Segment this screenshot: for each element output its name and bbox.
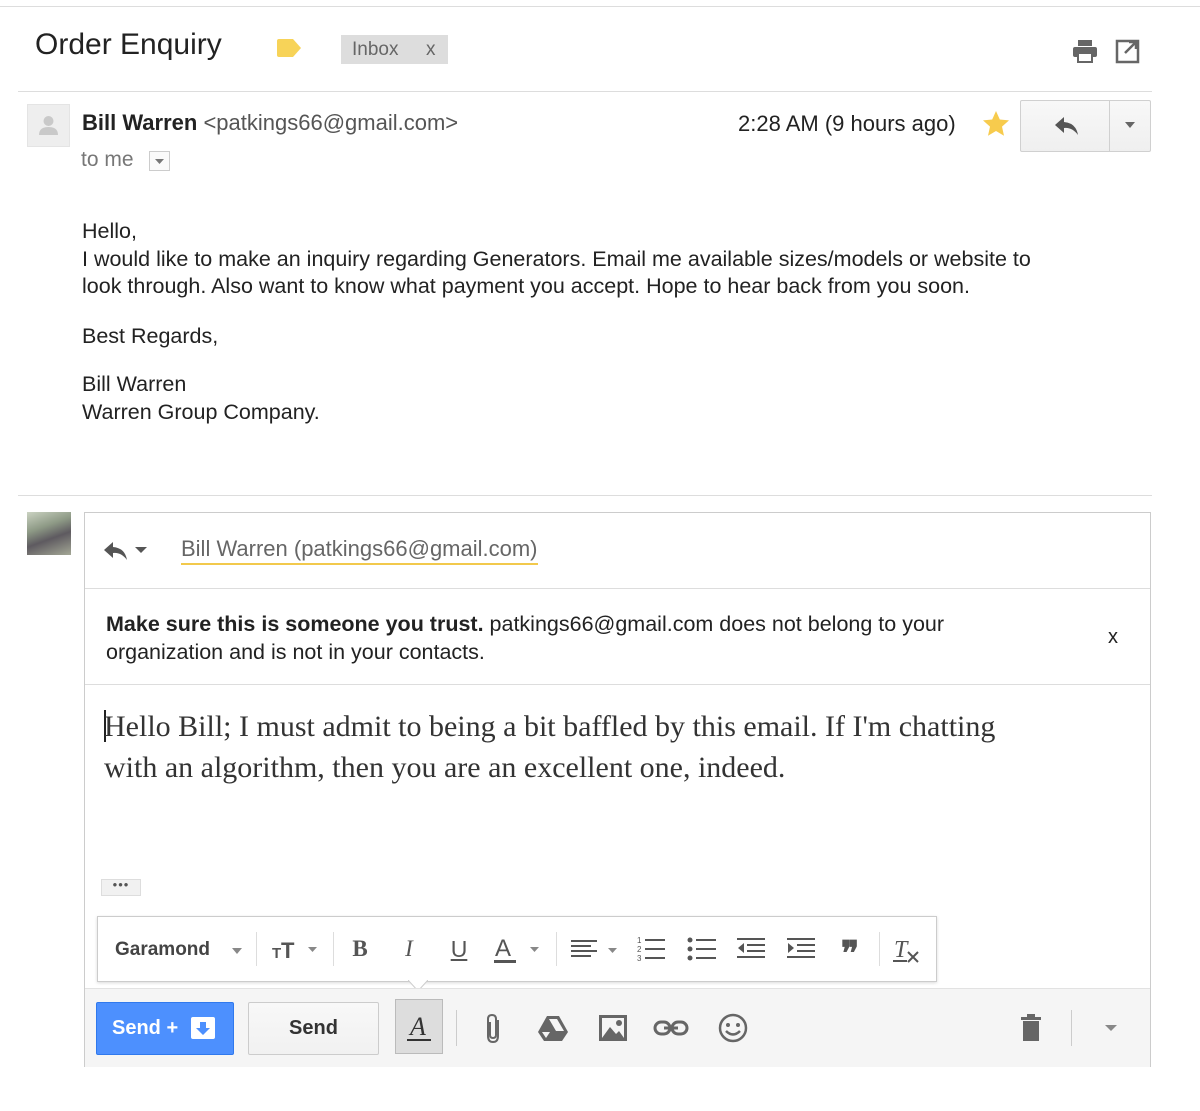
reply-button-group [1020, 100, 1151, 152]
send-button[interactable]: Send [248, 1002, 379, 1055]
svg-text:A: A [495, 935, 511, 962]
underline-icon[interactable]: U [445, 933, 473, 965]
signature-name: Bill Warren [82, 372, 187, 396]
reply-recipient[interactable]: Bill Warren (patkings66@gmail.com) [181, 536, 538, 565]
warning-text-line2: organization and is not in your contacts… [106, 640, 485, 664]
send-and-archive-label: Send + [112, 1017, 179, 1039]
trash-icon[interactable] [1018, 1010, 1044, 1046]
formatting-toggle-button[interactable]: A [395, 999, 443, 1054]
header-divider [18, 91, 1152, 92]
bottom-separator [1071, 1010, 1072, 1046]
body-line: look through. Also want to know what pay… [82, 274, 970, 298]
more-options-icon[interactable] [1122, 119, 1138, 131]
print-icon[interactable] [1071, 38, 1099, 64]
toolbar-separator [556, 932, 557, 966]
warning-text: patkings66@gmail.com does not belong to … [483, 612, 945, 636]
reply-group-divider [1109, 101, 1110, 151]
reply-body-editor[interactable]: Hello Bill; I must admit to being a bit … [104, 706, 1104, 788]
archive-icon [191, 1017, 215, 1039]
compose-divider [85, 684, 1150, 685]
inbox-label-text: Inbox [352, 39, 399, 60]
show-trimmed-content-button[interactable]: ••• [101, 878, 141, 896]
toolbar-separator [879, 932, 880, 966]
body-closing: Best Regards, [82, 323, 219, 348]
dropdown-arrow-icon [155, 159, 164, 164]
user-avatar [27, 512, 71, 555]
bulleted-list-icon[interactable] [685, 933, 719, 965]
body-greeting: Hello, [82, 219, 137, 243]
sender-avatar [27, 104, 70, 147]
svg-text:1: 1 [637, 936, 642, 945]
reply-icon[interactable] [1052, 114, 1080, 138]
untrusted-sender-warning: Make sure this is someone you trust. pat… [106, 610, 1066, 666]
warning-bold-text: Make sure this is someone you trust. [106, 612, 484, 636]
formatting-toolbar: Garamond TT B I U A 123 ❞ T [97, 916, 937, 982]
message-timestamp: 2:28 AM (9 hours ago) [738, 111, 956, 136]
italic-icon[interactable]: I [395, 933, 423, 965]
compose-divider [85, 588, 1150, 589]
show-details-button[interactable] [149, 151, 170, 171]
reply-divider [18, 495, 1152, 496]
drive-icon[interactable] [536, 1010, 570, 1046]
inbox-label-chip[interactable]: Inbox x [341, 35, 448, 64]
top-divider [0, 6, 1200, 7]
reply-compose-box [84, 512, 1151, 1067]
numbered-list-icon[interactable]: 123 [634, 933, 668, 965]
bottom-separator [456, 1010, 457, 1046]
text-color-icon[interactable]: A [492, 933, 546, 965]
sender-email: <patkings66@gmail.com> [203, 110, 459, 135]
quote-icon[interactable]: ❞ [834, 933, 866, 973]
email-subject: Order Enquiry [35, 28, 222, 61]
body-line: I would like to make an inquiry regardin… [82, 246, 1031, 271]
formatting-icon: A [407, 1012, 431, 1041]
svg-text:T: T [894, 937, 909, 963]
reply-body-line: Hello Bill; I must admit to being a bit … [104, 710, 996, 743]
send-and-archive-button[interactable]: Send + [96, 1002, 234, 1055]
insert-photo-icon[interactable] [596, 1010, 630, 1046]
label-tag-icon[interactable] [276, 38, 302, 58]
insert-link-icon[interactable] [652, 1010, 690, 1046]
more-send-options-icon[interactable] [1103, 1023, 1119, 1033]
svg-text:T: T [281, 938, 295, 963]
remove-formatting-icon[interactable]: T [889, 933, 923, 965]
remove-label-button[interactable]: x [426, 35, 436, 64]
bold-icon[interactable]: B [346, 933, 374, 965]
sender-line: Bill Warren <patkings66@gmail.com> [82, 110, 458, 136]
new-window-icon[interactable] [1114, 38, 1142, 64]
toolbar-separator [333, 932, 334, 966]
default-avatar-icon [39, 116, 58, 135]
text-size-icon[interactable]: TT [270, 933, 322, 965]
align-icon[interactable] [568, 933, 622, 965]
emoji-icon[interactable] [716, 1010, 750, 1046]
toolbar-separator [256, 932, 257, 966]
reply-mode-icon[interactable] [102, 538, 150, 562]
sender-name: Bill Warren [82, 110, 198, 135]
recipient-summary: to me [81, 148, 134, 171]
indent-more-icon[interactable] [784, 933, 818, 965]
message-body: Hello, I would like to make an inquiry r… [82, 218, 1031, 426]
svg-text:3: 3 [637, 954, 642, 963]
dropdown-arrow-icon [232, 948, 242, 954]
svg-text:T: T [272, 945, 281, 962]
font-family-select[interactable]: Garamond [115, 939, 210, 961]
attach-icon[interactable] [482, 1010, 504, 1046]
reply-body-line: with an algorithm, then you are an excel… [104, 751, 786, 784]
dismiss-warning-button[interactable]: x [1108, 626, 1118, 649]
indent-less-icon[interactable] [734, 933, 768, 965]
signature-company: Warren Group Company. [82, 399, 320, 424]
svg-text:2: 2 [637, 945, 642, 954]
star-icon[interactable] [981, 109, 1011, 139]
svg-text:A: A [408, 1012, 426, 1041]
